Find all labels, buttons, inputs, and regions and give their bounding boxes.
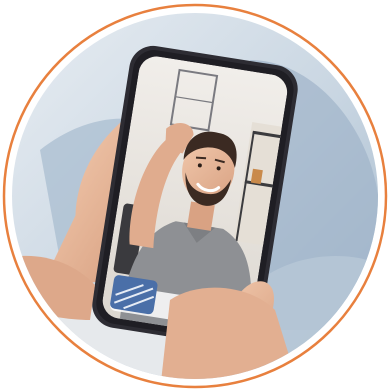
photo-content	[12, 13, 378, 379]
photo-stage	[0, 0, 390, 391]
self-view-thumbnail	[110, 275, 158, 315]
video-call-photo	[2, 3, 388, 389]
